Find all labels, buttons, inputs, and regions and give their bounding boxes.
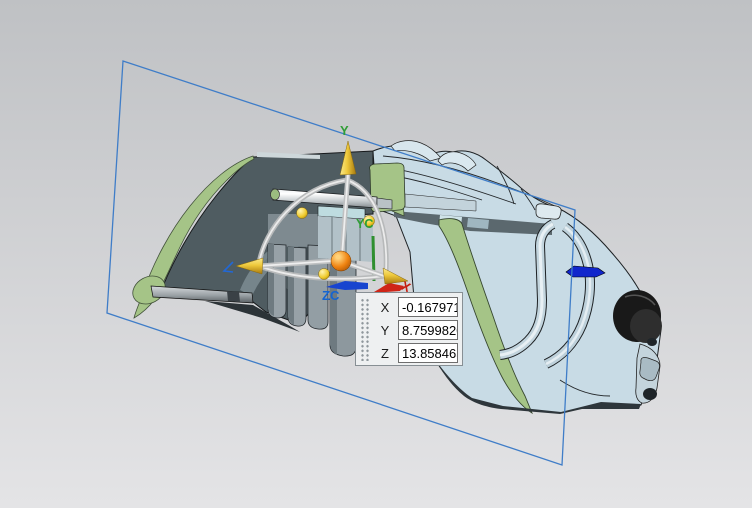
y-coordinate-label: Y <box>372 323 398 338</box>
x-coordinate-label: X <box>372 300 398 315</box>
y-axis-label: Y <box>340 123 349 138</box>
bracket-hole <box>643 388 657 400</box>
viewport-3d[interactable]: Y YC ZC X <box>0 0 752 508</box>
origin-ball[interactable] <box>331 251 351 271</box>
coordinate-rows: X Y Z <box>372 297 460 361</box>
panel-drag-handle[interactable] <box>359 297 370 361</box>
z-coordinate-input[interactable] <box>398 343 458 363</box>
x-coordinate-input[interactable] <box>398 297 458 317</box>
corner-cylinder <box>536 204 561 219</box>
fender-body <box>373 146 661 413</box>
coordinate-row-x: X <box>372 297 460 317</box>
coordinate-input-panel: X Y Z <box>355 292 463 366</box>
slab-2-shade <box>288 247 294 325</box>
coordinate-row-y: Y <box>372 320 460 340</box>
metal-bar-gap <box>227 291 240 302</box>
rotate-ball-xz[interactable] <box>319 269 330 280</box>
coordinate-row-z: Z <box>372 343 460 363</box>
y-coordinate-input[interactable] <box>398 320 458 340</box>
bracket-hole-2 <box>647 338 657 346</box>
yc-axis-label: YC <box>356 217 373 231</box>
z-coordinate-label: Z <box>372 346 398 361</box>
fender-panel[interactable] <box>373 141 662 414</box>
slab-1-shade <box>268 244 274 316</box>
zc-axis-label: ZC <box>322 288 340 303</box>
rotate-ball-xy[interactable] <box>297 208 308 219</box>
